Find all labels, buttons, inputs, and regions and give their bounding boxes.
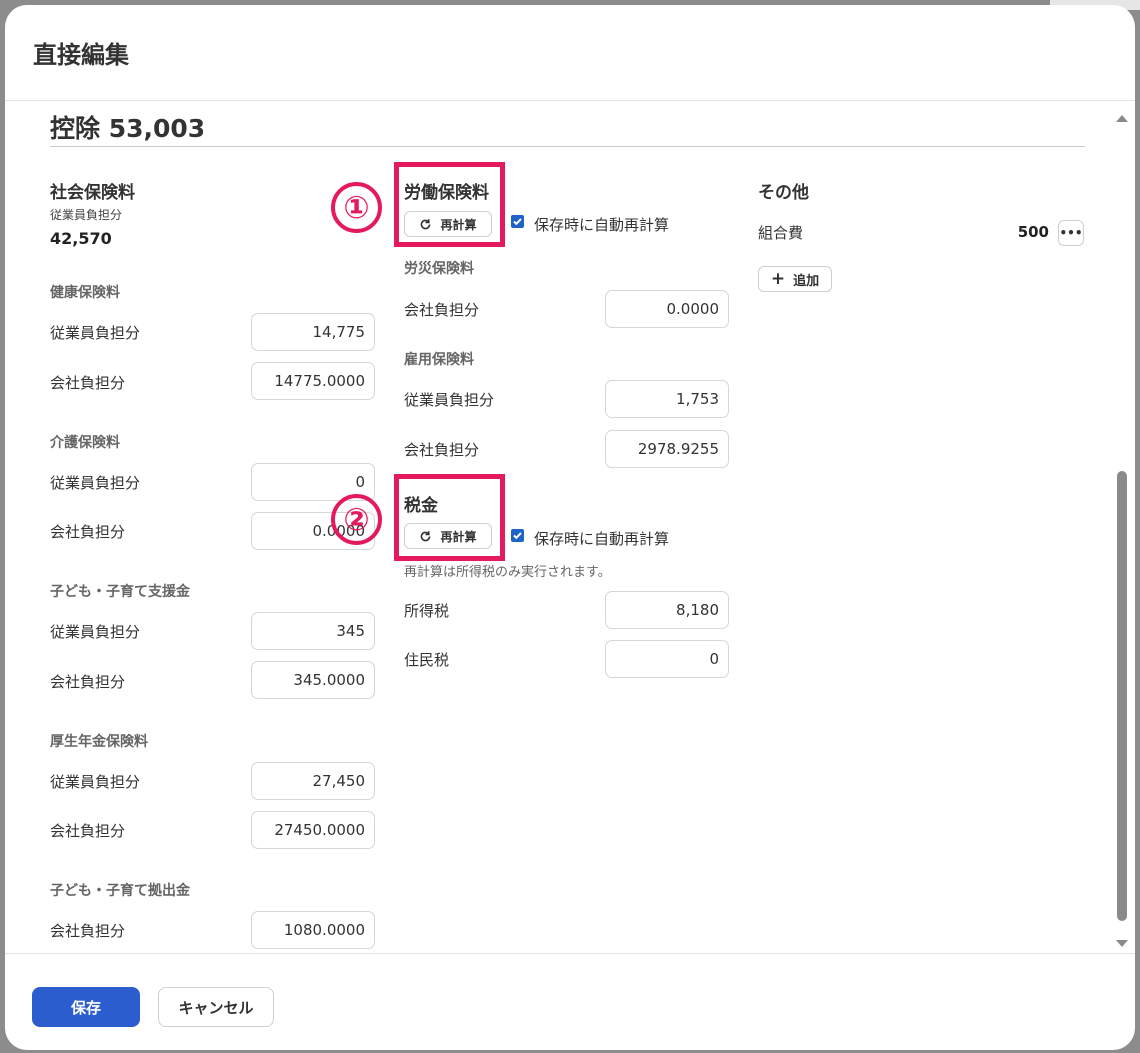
social-insurance-title: 社会保険料 [50, 183, 135, 203]
pension-employee-input[interactable] [251, 762, 375, 800]
tax-auto-recalc-checkbox[interactable] [511, 529, 524, 542]
field-label: 従業員負担分 [404, 391, 495, 409]
dialog-title: 直接編集 [33, 41, 129, 69]
field-label: 会社負担分 [50, 673, 126, 691]
dialog-scrollbar[interactable] [1113, 101, 1131, 953]
annotation-box-2 [394, 474, 505, 561]
group-title: 健康保険料 [50, 285, 120, 301]
field-label: 会社負担分 [404, 301, 480, 319]
labor-auto-recalc-checkbox[interactable] [511, 215, 524, 228]
group-title: 介護保険料 [50, 435, 120, 451]
check-icon [513, 532, 522, 540]
field-label: 会社負担分 [404, 441, 480, 459]
scroll-down-icon[interactable] [1113, 935, 1131, 953]
employment-company-input[interactable] [605, 430, 729, 468]
field-label: 会社負担分 [50, 374, 126, 392]
other-item-more-button[interactable]: ••• [1058, 220, 1084, 246]
direct-edit-dialog: 直接編集 控除 53,003 社会保険料 従業員負担分 42,570 健康保険料… [5, 5, 1135, 1050]
field-label: 所得税 [404, 602, 450, 620]
field-label: 従業員負担分 [50, 773, 141, 791]
social-employee-label: 従業員負担分 [50, 208, 123, 222]
heading-divider [50, 146, 1085, 147]
cancel-button[interactable]: キャンセル [158, 987, 274, 1027]
field-label: 従業員負担分 [50, 623, 141, 641]
childcare-support-company-input[interactable] [251, 661, 375, 699]
annotation-box-1 [394, 162, 505, 247]
tax-recalc-note: 再計算は所得税のみ実行されます。 [404, 565, 611, 580]
tax-auto-recalc-label[interactable]: 保存時に自動再計算 [534, 528, 669, 549]
scroll-up-icon[interactable] [1113, 109, 1131, 127]
childcare-contribution-company-input[interactable] [251, 911, 375, 949]
field-label: 従業員負担分 [50, 474, 141, 492]
scrollbar-thumb[interactable] [1117, 471, 1127, 921]
resident-tax-input[interactable] [605, 640, 729, 678]
group-title: 厚生年金保険料 [50, 734, 148, 750]
dialog-header: 直接編集 [5, 5, 1135, 101]
other-item-label: 組合費 [758, 224, 804, 242]
annotation-marker-2: ② [331, 494, 382, 545]
social-employee-total: 42,570 [50, 229, 112, 248]
workcomp-company-input[interactable] [605, 290, 729, 328]
group-title: 労災保険料 [404, 261, 474, 277]
annotation-marker-1: ① [331, 182, 382, 233]
ellipsis-icon: ••• [1059, 226, 1083, 240]
field-label: 会社負担分 [50, 922, 126, 940]
employment-employee-input[interactable] [605, 380, 729, 418]
health-employee-input[interactable] [251, 313, 375, 351]
field-label: 会社負担分 [50, 822, 126, 840]
deduction-heading: 控除 53,003 [50, 114, 206, 143]
field-label: 会社負担分 [50, 523, 126, 541]
dialog-body: 控除 53,003 社会保険料 従業員負担分 42,570 健康保険料 従業員負… [5, 101, 1135, 953]
income-tax-input[interactable] [605, 591, 729, 629]
field-label: 住民税 [404, 651, 450, 669]
childcare-support-employee-input[interactable] [251, 612, 375, 650]
add-label: 追加 [793, 273, 820, 289]
add-other-button[interactable]: + 追加 [758, 266, 832, 292]
other-title: その他 [758, 183, 809, 203]
labor-auto-recalc-label[interactable]: 保存時に自動再計算 [534, 214, 669, 235]
group-title: 子ども・子育て支援金 [50, 584, 190, 600]
field-label: 従業員負担分 [50, 324, 141, 342]
other-item-value: 500 [1017, 223, 1049, 241]
plus-icon: + [770, 269, 786, 289]
pension-company-input[interactable] [251, 811, 375, 849]
health-company-input[interactable] [251, 362, 375, 400]
save-button[interactable]: 保存 [32, 987, 140, 1027]
check-icon [513, 218, 522, 226]
group-title: 雇用保険料 [404, 352, 474, 368]
group-title: 子ども・子育て拠出金 [50, 883, 190, 899]
dialog-footer: 保存 キャンセル [5, 953, 1135, 1050]
